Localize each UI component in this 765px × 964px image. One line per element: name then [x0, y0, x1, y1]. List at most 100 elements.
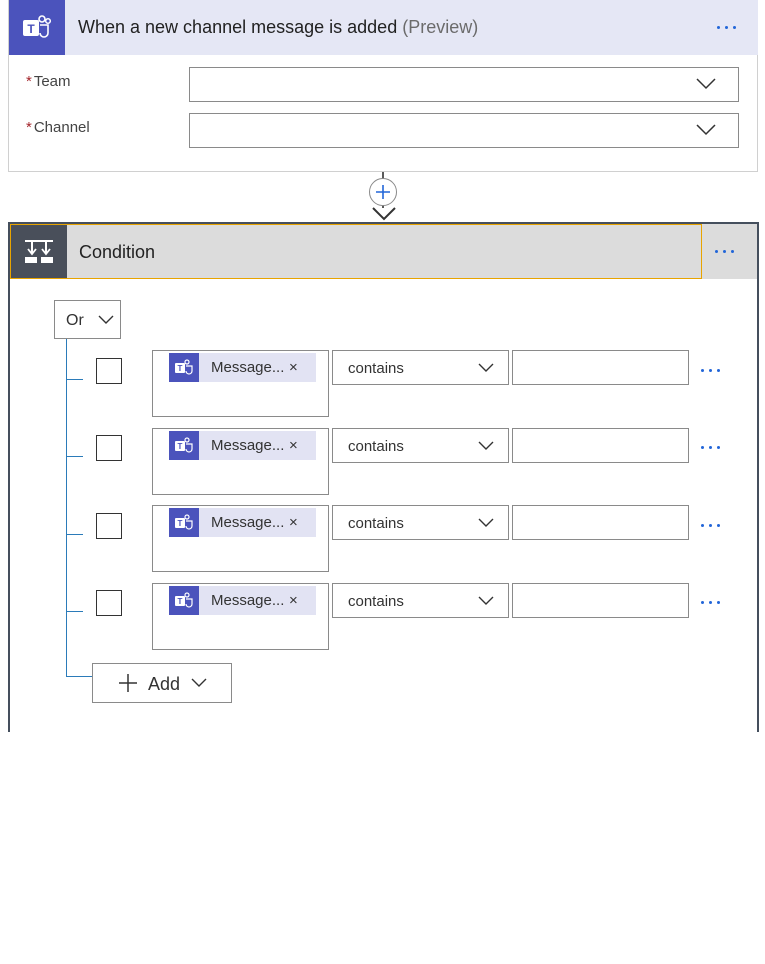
preview-label: (Preview) — [402, 17, 479, 37]
condition-header[interactable]: Condition — [10, 224, 702, 279]
row-select-checkbox[interactable] — [96, 513, 122, 539]
operator-dropdown[interactable]: contains — [332, 350, 509, 385]
required-mark: * — [26, 73, 32, 90]
condition-left-operand[interactable]: T Message... × — [152, 583, 329, 650]
required-mark: * — [26, 119, 32, 136]
plus-icon — [119, 674, 137, 692]
chevron-down-icon — [696, 78, 716, 90]
row-more-options-button[interactable] — [701, 446, 720, 449]
condition-left-operand[interactable]: T Message... × — [152, 428, 329, 495]
condition-header-actions — [702, 224, 757, 279]
row-select-checkbox[interactable] — [96, 358, 122, 384]
dot-icon — [717, 446, 720, 449]
channel-dropdown[interactable] — [189, 113, 739, 148]
channel-field-label: * Channel — [26, 119, 90, 136]
condition-left-operand[interactable]: T Message... × — [152, 505, 329, 572]
operator-dropdown[interactable]: contains — [332, 583, 509, 618]
teams-icon: T — [169, 353, 199, 382]
condition-value-input[interactable] — [512, 583, 689, 618]
operator-value: contains — [348, 360, 404, 377]
operator-value: contains — [348, 515, 404, 532]
remove-token-button[interactable]: × — [289, 592, 298, 609]
condition-icon — [11, 225, 67, 278]
row-more-options-button[interactable] — [701, 369, 720, 372]
dynamic-content-token[interactable]: T Message... × — [169, 353, 316, 382]
dot-icon — [715, 250, 718, 253]
dot-icon — [709, 369, 712, 372]
trigger-title: When a new channel message is added (Pre… — [78, 17, 478, 38]
remove-token-button[interactable]: × — [289, 437, 298, 454]
group-operator-value: Or — [66, 312, 84, 329]
group-operator-dropdown[interactable]: Or — [54, 300, 121, 339]
tree-connector-line — [66, 339, 67, 677]
tree-branch-line — [66, 611, 83, 612]
remove-token-button[interactable]: × — [289, 359, 298, 376]
token-label: Message... — [211, 359, 285, 376]
dot-icon — [717, 369, 720, 372]
operator-value: contains — [348, 438, 404, 455]
add-label: Add — [148, 674, 181, 694]
svg-text:T: T — [27, 22, 35, 36]
token-label: Message... — [211, 437, 285, 454]
teams-icon: T — [9, 0, 65, 55]
row-select-checkbox[interactable] — [96, 435, 122, 461]
operator-dropdown[interactable]: contains — [332, 428, 509, 463]
dot-icon — [701, 601, 704, 604]
dot-icon — [733, 26, 736, 29]
insert-step-button[interactable] — [369, 178, 397, 206]
plus-icon — [376, 185, 390, 199]
dot-icon — [717, 601, 720, 604]
remove-token-button[interactable]: × — [289, 514, 298, 531]
tree-branch-line — [66, 676, 92, 677]
chevron-down-icon — [478, 518, 494, 527]
row-more-options-button[interactable] — [701, 601, 720, 604]
svg-text:T: T — [178, 519, 183, 528]
tree-branch-line — [66, 534, 83, 535]
chevron-down-icon — [478, 441, 494, 450]
row-more-options-button[interactable] — [701, 524, 720, 527]
condition-value-input[interactable] — [512, 505, 689, 540]
chevron-down-icon — [191, 678, 207, 687]
operator-dropdown[interactable]: contains — [332, 505, 509, 540]
condition-card — [8, 222, 759, 732]
condition-left-operand[interactable]: T Message... × — [152, 350, 329, 417]
team-dropdown[interactable] — [189, 67, 739, 102]
chevron-down-icon — [696, 124, 716, 136]
chevron-down-icon — [98, 315, 114, 324]
trigger-header[interactable]: T When a new channel message is added (P… — [9, 0, 758, 55]
team-field-label: * Team — [26, 73, 71, 90]
dynamic-content-token[interactable]: T Message... × — [169, 508, 316, 537]
svg-text:T: T — [178, 597, 183, 606]
dot-icon — [725, 26, 728, 29]
token-label: Message... — [211, 592, 285, 609]
dot-icon — [709, 524, 712, 527]
trigger-card: T When a new channel message is added (P… — [8, 0, 758, 172]
trigger-more-options-button[interactable] — [717, 26, 736, 29]
trigger-title-text: When a new channel message is added — [78, 17, 398, 37]
dynamic-content-token[interactable]: T Message... × — [169, 431, 316, 460]
chevron-down-icon — [478, 596, 494, 605]
dot-icon — [709, 446, 712, 449]
channel-label-text: Channel — [33, 119, 90, 136]
condition-more-options-button[interactable] — [715, 250, 734, 253]
dot-icon — [709, 601, 712, 604]
dot-icon — [701, 446, 704, 449]
dot-icon — [717, 524, 720, 527]
team-label-text: Team — [33, 73, 71, 90]
condition-title: Condition — [79, 242, 156, 262]
teams-icon: T — [169, 508, 199, 537]
dot-icon — [723, 250, 726, 253]
add-condition-button[interactable]: Add — [92, 663, 232, 703]
dynamic-content-token[interactable]: T Message... × — [169, 586, 316, 615]
token-label: Message... — [211, 514, 285, 531]
tree-branch-line — [66, 456, 83, 457]
svg-text:T: T — [178, 442, 183, 451]
tree-branch-line — [66, 379, 83, 380]
chevron-down-icon — [478, 363, 494, 372]
row-select-checkbox[interactable] — [96, 590, 122, 616]
condition-value-input[interactable] — [512, 350, 689, 385]
condition-value-input[interactable] — [512, 428, 689, 463]
arrow-down-icon — [372, 207, 396, 221]
dot-icon — [731, 250, 734, 253]
dot-icon — [701, 369, 704, 372]
